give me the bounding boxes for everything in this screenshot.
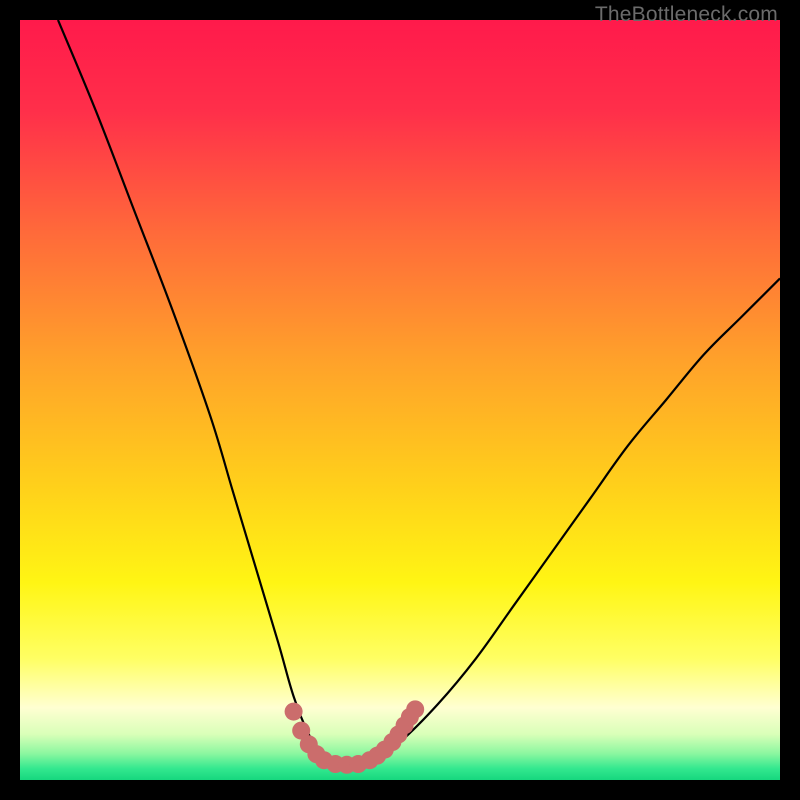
marker-dot [406,700,424,718]
chart-frame [20,20,780,780]
dip-markers [285,700,425,773]
marker-dot [285,703,303,721]
chart-plot [20,20,780,780]
watermark-text: TheBottleneck.com [595,3,778,27]
bottleneck-curve [58,20,780,766]
